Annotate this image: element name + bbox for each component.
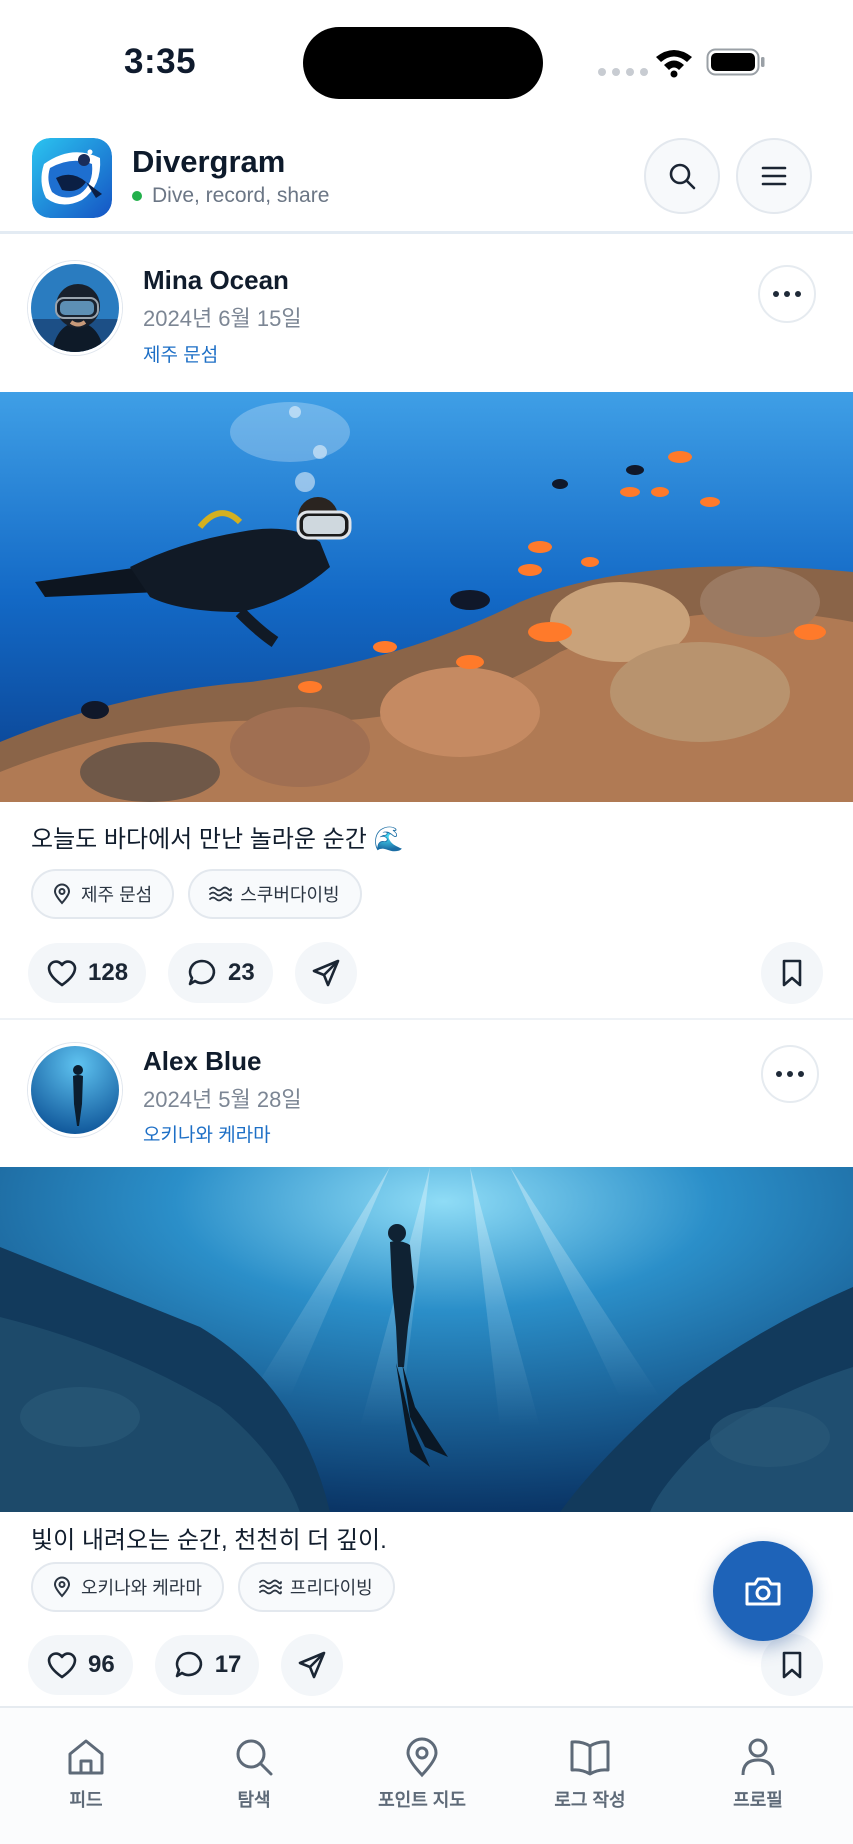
app-header: Divergram Dive, record, share xyxy=(0,120,853,234)
post-divider xyxy=(0,1018,853,1020)
cellular-signal-icon xyxy=(598,68,648,76)
location-tag[interactable]: 오키나와 케라마 xyxy=(31,1562,224,1612)
book-icon xyxy=(570,1740,610,1776)
avatar[interactable] xyxy=(28,261,122,355)
location-pin-icon xyxy=(53,1576,71,1598)
author-name[interactable]: Alex Blue xyxy=(143,1046,262,1077)
bookmark-button[interactable] xyxy=(761,942,823,1004)
feed-post: Mina Ocean 2024년 6월 15일 제주 문섬 오늘도 바다에서 만… xyxy=(0,237,853,1017)
like-button[interactable]: 128 xyxy=(28,943,147,1003)
nav-label: 프로필 xyxy=(733,1790,783,1810)
send-icon xyxy=(299,1651,326,1679)
post-actions: 128 23 xyxy=(28,942,357,1004)
comment-button[interactable]: 17 xyxy=(154,1635,260,1695)
send-icon xyxy=(312,959,340,987)
post-photo[interactable] xyxy=(0,392,853,802)
nav-item-explore[interactable]: 탐색 xyxy=(189,1736,319,1812)
menu-icon xyxy=(761,166,787,186)
bottom-navigation: 피드 탐색 포인트 지도 로그 작성 프로필 xyxy=(0,1706,853,1844)
heart-icon xyxy=(47,960,77,987)
post-photo[interactable] xyxy=(0,1167,853,1512)
tag-label: 오키나와 케라마 xyxy=(81,1578,202,1598)
dot xyxy=(787,1071,793,1077)
nav-label: 피드 xyxy=(69,1790,103,1810)
author-name[interactable]: Mina Ocean xyxy=(143,265,289,296)
location-tag[interactable]: 제주 문섬 xyxy=(31,869,175,919)
tag-label: 제주 문섬 xyxy=(81,885,153,905)
dot xyxy=(784,291,790,297)
dive-type-tag[interactable]: 스쿠버다이빙 xyxy=(188,869,362,919)
post-location[interactable]: 제주 문섬 xyxy=(143,340,218,367)
camera-fab-button[interactable] xyxy=(713,1541,813,1641)
like-count: 96 xyxy=(88,1651,115,1678)
search-button[interactable] xyxy=(644,138,720,214)
tag-chips: 제주 문섬 스쿠버다이빙 xyxy=(31,869,362,919)
nav-label: 로그 작성 xyxy=(554,1790,626,1810)
nav-item-profile[interactable]: 프로필 xyxy=(693,1736,823,1812)
app-title: Divergram xyxy=(132,144,286,179)
bookmark-icon xyxy=(782,959,802,987)
bookmark-icon xyxy=(782,1651,802,1679)
comment-button[interactable]: 23 xyxy=(168,943,273,1003)
wifi-icon xyxy=(656,50,692,78)
share-button[interactable] xyxy=(294,942,357,1004)
user-icon xyxy=(741,1738,775,1776)
map-pin-icon xyxy=(406,1737,438,1778)
camera-icon xyxy=(745,1577,781,1606)
dive-type-tag[interactable]: 프리다이빙 xyxy=(237,1562,395,1612)
location-pin-icon xyxy=(53,883,71,905)
post-caption: 오늘도 바다에서 만난 놀라운 순간 🌊 xyxy=(31,826,404,853)
status-time: 3:35 xyxy=(124,42,197,81)
comment-icon xyxy=(175,1651,202,1678)
tag-label: 프리다이빙 xyxy=(289,1578,373,1598)
heart-icon xyxy=(47,1652,77,1679)
tag-chips: 오키나와 케라마 프리다이빙 xyxy=(31,1562,395,1612)
app-logo xyxy=(32,138,112,218)
dot xyxy=(773,291,779,297)
dot xyxy=(795,291,801,297)
dynamic-island xyxy=(303,27,543,99)
comment-count: 23 xyxy=(228,959,255,986)
nav-label: 포인트 지도 xyxy=(378,1790,466,1810)
comment-count: 17 xyxy=(214,1651,242,1678)
home-icon xyxy=(68,1739,104,1775)
dot xyxy=(798,1071,804,1077)
search-icon xyxy=(669,163,696,190)
post-date: 2024년 6월 15일 xyxy=(143,306,302,331)
app-subtitle: Dive, record, share xyxy=(152,184,330,207)
nav-item-feed[interactable]: 피드 xyxy=(21,1736,151,1812)
more-options-button[interactable] xyxy=(758,265,816,323)
nav-label: 탐색 xyxy=(237,1790,271,1810)
waves-icon xyxy=(259,1579,282,1595)
dot xyxy=(776,1071,782,1077)
battery-icon xyxy=(706,48,765,76)
app-subtitle-row: Dive, record, share xyxy=(132,184,329,208)
menu-button[interactable] xyxy=(736,138,812,214)
nav-item-map[interactable]: 포인트 지도 xyxy=(357,1736,487,1812)
bookmark-button[interactable] xyxy=(761,1634,823,1696)
tag-label: 스쿠버다이빙 xyxy=(240,885,340,905)
post-date: 2024년 5월 28일 xyxy=(143,1087,302,1112)
like-count: 128 xyxy=(88,959,129,986)
search-icon xyxy=(236,1739,273,1776)
status-dot xyxy=(132,191,142,201)
more-options-button[interactable] xyxy=(761,1045,819,1103)
waves-icon xyxy=(209,886,233,902)
comment-icon xyxy=(188,959,216,986)
post-caption: 빛이 내려오는 순간, 천천히 더 깊이. xyxy=(31,1527,387,1554)
post-location[interactable]: 오키나와 케라마 xyxy=(143,1120,271,1147)
post-actions: 96 17 xyxy=(28,1634,344,1696)
like-button[interactable]: 96 xyxy=(28,1635,133,1695)
nav-item-log[interactable]: 로그 작성 xyxy=(525,1736,655,1812)
share-button[interactable] xyxy=(281,1634,344,1696)
status-bar: 3:35 xyxy=(0,0,853,120)
avatar[interactable] xyxy=(28,1043,122,1137)
